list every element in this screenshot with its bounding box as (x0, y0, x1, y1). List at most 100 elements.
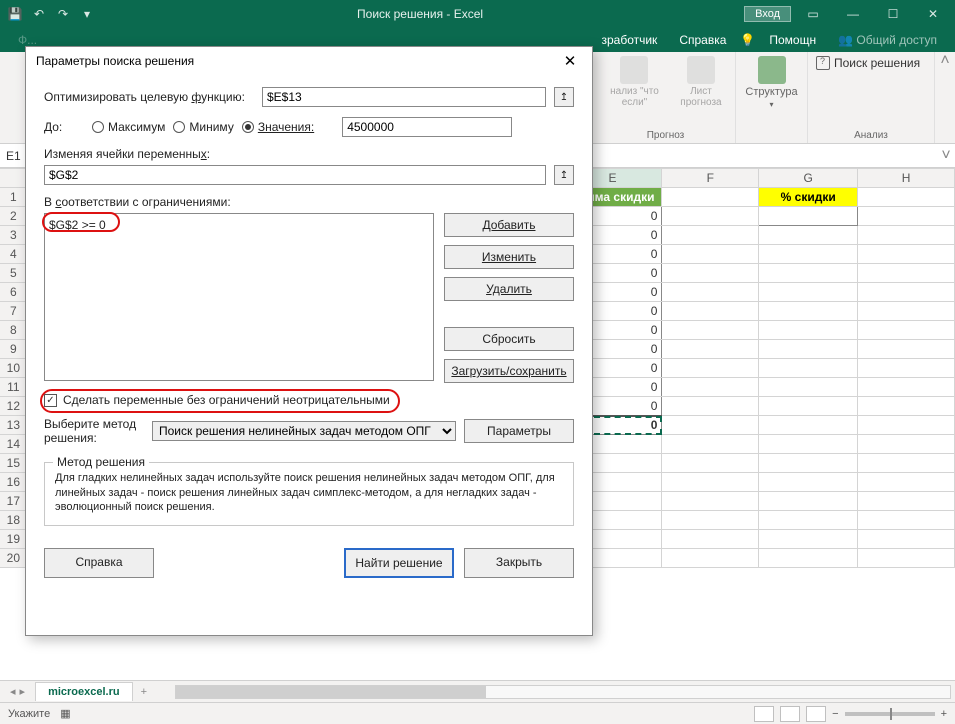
dialog-close-icon[interactable]: ✕ (558, 52, 582, 70)
cell[interactable] (858, 359, 955, 378)
cell[interactable] (662, 473, 759, 492)
structure-button[interactable]: Структура ▾ (745, 56, 797, 109)
sheet-nav-prev-icon[interactable]: ◂ (10, 685, 16, 698)
col-header-h[interactable]: H (858, 169, 955, 188)
params-button[interactable]: Параметры (464, 419, 574, 443)
row-header[interactable]: 12 (0, 397, 27, 416)
cell[interactable] (759, 321, 858, 340)
cell[interactable] (759, 492, 858, 511)
ribbon-tab-help[interactable]: Справка (671, 30, 734, 50)
cell[interactable] (759, 397, 858, 416)
cell[interactable] (759, 340, 858, 359)
select-all-cell[interactable] (0, 169, 27, 188)
constraint-item[interactable]: $G$2 >= 0 (49, 218, 429, 232)
cell[interactable] (759, 207, 858, 226)
zoom-in-button[interactable]: + (941, 708, 947, 720)
cell[interactable] (858, 302, 955, 321)
delete-constraint-button[interactable]: Удалить (444, 277, 574, 301)
col-header-g[interactable]: G (759, 169, 858, 188)
row-header[interactable]: 18 (0, 511, 27, 530)
cell[interactable] (662, 359, 759, 378)
row-header[interactable]: 20 (0, 549, 27, 568)
cell[interactable] (858, 378, 955, 397)
row-header[interactable]: 2 (0, 207, 27, 226)
tell-me-button[interactable]: Помощн (761, 30, 824, 50)
view-page-break-icon[interactable] (806, 706, 826, 722)
row-header[interactable]: 15 (0, 454, 27, 473)
cell[interactable] (858, 264, 955, 283)
row-header[interactable]: 6 (0, 283, 27, 302)
cell-g1-header[interactable]: % скидки (759, 188, 858, 207)
redo-icon[interactable]: ↷ (54, 5, 72, 23)
close-button[interactable]: Закрыть (464, 548, 574, 578)
cell[interactable] (662, 530, 759, 549)
reset-button[interactable]: Сбросить (444, 327, 574, 351)
changing-cells-input[interactable] (44, 165, 546, 185)
change-constraint-button[interactable]: Изменить (444, 245, 574, 269)
row-header[interactable]: 11 (0, 378, 27, 397)
cell[interactable] (662, 435, 759, 454)
row-header[interactable]: 17 (0, 492, 27, 511)
solve-button[interactable]: Найти решение (344, 548, 454, 578)
radio-min[interactable]: Миниму (173, 120, 233, 134)
col-header-f[interactable]: F (662, 169, 759, 188)
method-select[interactable]: Поиск решения нелинейных задач методом О… (152, 421, 456, 441)
sheet-nav-next-icon[interactable]: ▸ (20, 685, 26, 698)
cell[interactable] (858, 492, 955, 511)
qat-dropdown-icon[interactable]: ▾ (78, 5, 96, 23)
cell[interactable] (759, 454, 858, 473)
cell[interactable] (662, 454, 759, 473)
cell[interactable] (858, 416, 955, 435)
cell[interactable] (662, 378, 759, 397)
cell[interactable] (858, 188, 955, 207)
cell[interactable] (759, 359, 858, 378)
cell[interactable] (759, 302, 858, 321)
row-header[interactable]: 9 (0, 340, 27, 359)
share-button[interactable]: 👥 Общий доступ (830, 30, 945, 50)
row-header[interactable]: 14 (0, 435, 27, 454)
cell[interactable] (858, 549, 955, 568)
ribbon-options-icon[interactable]: ▭ (795, 2, 831, 26)
objective-input[interactable] (262, 87, 546, 107)
value-of-input[interactable] (342, 117, 512, 137)
row-header[interactable]: 10 (0, 359, 27, 378)
sheet-tab-active[interactable]: microexcel.ru (35, 682, 133, 701)
cell[interactable] (858, 473, 955, 492)
cell[interactable] (759, 264, 858, 283)
cell[interactable] (759, 435, 858, 454)
sheet-add-button[interactable]: + (133, 686, 155, 698)
cell[interactable] (662, 340, 759, 359)
cell[interactable] (662, 321, 759, 340)
ribbon-tab-developer[interactable]: зработчик (593, 30, 665, 50)
cell[interactable] (662, 511, 759, 530)
row-header[interactable]: 3 (0, 226, 27, 245)
cell[interactable] (662, 302, 759, 321)
row-header[interactable]: 8 (0, 321, 27, 340)
cell[interactable] (858, 435, 955, 454)
radio-value[interactable]: Значения: (242, 120, 314, 134)
ribbon-collapse-icon[interactable]: ˄ (935, 52, 955, 143)
cell[interactable] (662, 264, 759, 283)
undo-icon[interactable]: ↶ (30, 5, 48, 23)
row-header[interactable]: 13 (0, 416, 27, 435)
view-page-layout-icon[interactable] (780, 706, 800, 722)
cell[interactable] (858, 226, 955, 245)
row-header[interactable]: 7 (0, 302, 27, 321)
cell[interactable] (759, 549, 858, 568)
row-header[interactable]: 16 (0, 473, 27, 492)
zoom-slider[interactable] (845, 712, 935, 716)
cell[interactable] (759, 245, 858, 264)
cell[interactable] (759, 416, 858, 435)
formula-expand-icon[interactable]: ˅ (937, 147, 955, 165)
cell[interactable] (858, 530, 955, 549)
cell[interactable] (759, 283, 858, 302)
cell[interactable] (662, 283, 759, 302)
row-header[interactable]: 1 (0, 188, 27, 207)
load-save-button[interactable]: Загрузить/сохранить (444, 359, 574, 383)
cell[interactable] (858, 454, 955, 473)
row-header[interactable]: 5 (0, 264, 27, 283)
cell[interactable] (662, 207, 759, 226)
constraints-listbox[interactable]: $G$2 >= 0 (44, 213, 434, 381)
tell-me-icon[interactable]: 💡 (740, 33, 755, 47)
solver-button[interactable]: Поиск решения (816, 56, 920, 70)
